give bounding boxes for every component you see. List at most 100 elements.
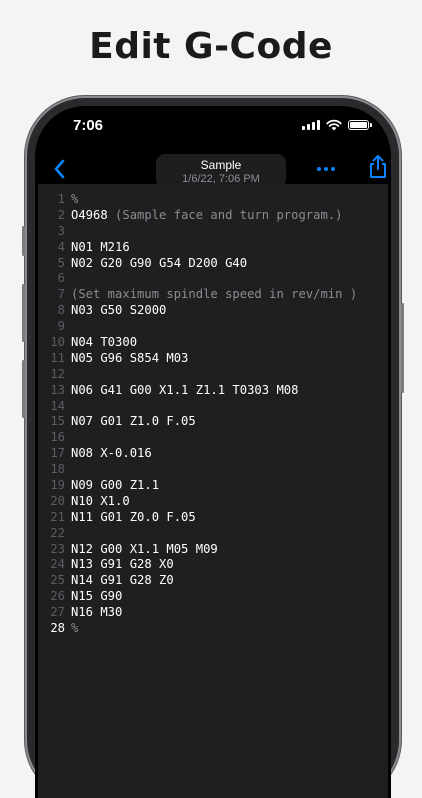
status-time: 7:06 bbox=[73, 117, 104, 134]
line-number: 21 bbox=[50, 509, 65, 524]
line-code: N01 M216 bbox=[71, 239, 130, 254]
line-code: % bbox=[71, 192, 79, 206]
code-line[interactable]: 19 N09 G00 Z1.1 bbox=[38, 478, 388, 494]
line-text: N02 G20 G90 G54 D200 G40 bbox=[71, 256, 247, 272]
line-number: 4 bbox=[57, 239, 65, 254]
code-line[interactable]: 1% bbox=[38, 192, 388, 208]
code-line[interactable]: 25 N14 G91 G28 Z0 bbox=[38, 573, 388, 589]
line-code: N15 G90 bbox=[71, 589, 123, 604]
code-line[interactable]: 15 N07 G01 Z1.0 F.05 bbox=[38, 414, 388, 430]
line-number: 26 bbox=[50, 589, 65, 604]
line-number: 13 bbox=[50, 382, 65, 397]
code-line[interactable]: 27 N16 M30 bbox=[38, 605, 388, 621]
line-text: N14 G91 G28 Z0 bbox=[71, 573, 174, 589]
line-text: N11 G01 Z0.0 F.05 bbox=[71, 510, 196, 526]
line-text: N12 G00 X1.1 M05 M09 bbox=[71, 542, 218, 558]
code-line[interactable]: 11 N05 G96 S854 M03 bbox=[38, 351, 388, 367]
line-number: 1 bbox=[57, 192, 65, 206]
more-options-button[interactable] bbox=[315, 161, 337, 177]
line-number: 6 bbox=[57, 271, 65, 286]
line-code: N12 G00 X1.1 M05 M09 bbox=[71, 541, 218, 556]
phone-screen: 7:06 Sample 1/6/22, 7:06 PM 1 % 2 O4968 … bbox=[35, 106, 391, 798]
code-line[interactable]: 18 bbox=[38, 462, 388, 478]
line-number: 18 bbox=[50, 462, 65, 477]
code-line[interactable]: 17 N08 X-0.016 bbox=[38, 446, 388, 462]
line-number: 22 bbox=[50, 525, 65, 540]
gcode-editor[interactable]: 1% 2 O4968 (Sample face and turn program.)… bbox=[38, 184, 388, 798]
code-line[interactable]: 28% bbox=[38, 621, 388, 637]
line-text: N05 G96 S854 M03 bbox=[71, 351, 188, 367]
line-text: % bbox=[71, 192, 78, 208]
status-icons bbox=[302, 119, 372, 131]
code-line[interactable]: 23 N12 G00 X1.1 M05 M09 bbox=[38, 542, 388, 558]
code-line[interactable]: 3 bbox=[38, 224, 388, 240]
line-number: 5 bbox=[57, 255, 65, 270]
code-line[interactable]: 4 N01 M216 bbox=[38, 240, 388, 256]
line-number: 19 bbox=[50, 478, 65, 493]
line-code: N14 G91 G28 Z0 bbox=[71, 573, 174, 588]
code-line[interactable]: 5 N02 G20 G90 G54 D200 G40 bbox=[38, 256, 388, 272]
line-text: N09 G00 Z1.1 bbox=[71, 478, 159, 494]
document-title-button[interactable]: Sample 1/6/22, 7:06 PM bbox=[156, 154, 286, 188]
line-text: % bbox=[71, 621, 78, 637]
line-number: 3 bbox=[57, 223, 65, 238]
code-line[interactable]: 2 O4968 (Sample face and turn program.) bbox=[38, 208, 388, 224]
line-number: 9 bbox=[57, 319, 65, 334]
line-code: % bbox=[71, 621, 79, 636]
code-line[interactable]: 12 bbox=[38, 367, 388, 383]
code-line[interactable]: 24 N13 G91 G28 X0 bbox=[38, 557, 388, 573]
line-text: N16 M30 bbox=[71, 605, 122, 621]
back-button[interactable] bbox=[49, 156, 71, 182]
line-number: 28 bbox=[50, 621, 65, 636]
line-code: N06 G41 G00 X1.1 Z1.1 T0303 M08 bbox=[71, 382, 299, 397]
code-line[interactable]: 13 N06 G41 G00 X1.1 Z1.1 T0303 M08 bbox=[38, 383, 388, 399]
power-button bbox=[401, 303, 404, 393]
document-title: Sample bbox=[200, 158, 242, 172]
line-code: N08 X-0.016 bbox=[71, 446, 152, 461]
marketing-headline: Edit G-Code bbox=[89, 26, 333, 67]
line-number: 24 bbox=[50, 557, 65, 572]
line-text: N03 G50 S2000 bbox=[71, 303, 166, 319]
code-lines: 1% 2 O4968 (Sample face and turn program.)… bbox=[38, 192, 388, 637]
code-line[interactable]: 8 N03 G50 S2000 bbox=[38, 303, 388, 319]
code-line[interactable]: 16 bbox=[38, 430, 388, 446]
line-code: N09 G00 Z1.1 bbox=[71, 478, 160, 493]
line-code: N05 G96 S854 M03 bbox=[71, 350, 189, 365]
cellular-signal-icon bbox=[302, 120, 320, 130]
line-number: 16 bbox=[50, 430, 65, 445]
line-text: N06 G41 G00 X1.1 Z1.1 T0303 M08 bbox=[71, 383, 298, 399]
line-text: N15 G90 bbox=[71, 589, 122, 605]
mute-switch bbox=[22, 226, 25, 256]
line-text: N01 M216 bbox=[71, 240, 130, 256]
line-code: N04 T0300 bbox=[71, 335, 138, 350]
line-text: (Set maximum spindle speed in rev/min ) bbox=[71, 287, 357, 303]
line-number: 27 bbox=[50, 605, 65, 620]
code-line[interactable]: 21 N11 G01 Z0.0 F.05 bbox=[38, 510, 388, 526]
wifi-icon bbox=[326, 119, 342, 131]
line-text: N07 G01 Z1.0 F.05 bbox=[71, 414, 196, 430]
line-code: N02 G20 G90 G54 D200 G40 bbox=[71, 255, 248, 270]
code-line[interactable]: 14 bbox=[38, 399, 388, 415]
code-line[interactable]: 26 N15 G90 bbox=[38, 589, 388, 605]
line-code: N11 G01 Z0.0 F.05 bbox=[71, 509, 196, 524]
line-number: 23 bbox=[50, 541, 65, 556]
line-number: 8 bbox=[57, 303, 65, 318]
line-number: 12 bbox=[50, 366, 65, 381]
line-number: 14 bbox=[50, 398, 65, 413]
line-text: O4968 (Sample face and turn program.) bbox=[71, 208, 343, 224]
line-code: N10 X1.0 bbox=[71, 493, 130, 508]
line-text: N13 G91 G28 X0 bbox=[71, 557, 174, 573]
code-line[interactable]: 6 bbox=[38, 271, 388, 287]
line-code: N13 G91 G28 X0 bbox=[71, 557, 174, 572]
line-comment: (Set maximum spindle speed in rev/min ) bbox=[71, 287, 358, 302]
line-number: 15 bbox=[50, 414, 65, 429]
code-line[interactable]: 10 N04 T0300 bbox=[38, 335, 388, 351]
code-line[interactable]: 22 bbox=[38, 526, 388, 542]
code-line[interactable]: 20 N10 X1.0 bbox=[38, 494, 388, 510]
code-line[interactable]: 9 bbox=[38, 319, 388, 335]
share-button[interactable] bbox=[367, 154, 389, 180]
line-number: 11 bbox=[50, 350, 65, 365]
line-number: 25 bbox=[50, 573, 65, 588]
code-line[interactable]: 7 (Set maximum spindle speed in rev/min ) bbox=[38, 287, 388, 303]
line-number: 7 bbox=[57, 287, 65, 302]
